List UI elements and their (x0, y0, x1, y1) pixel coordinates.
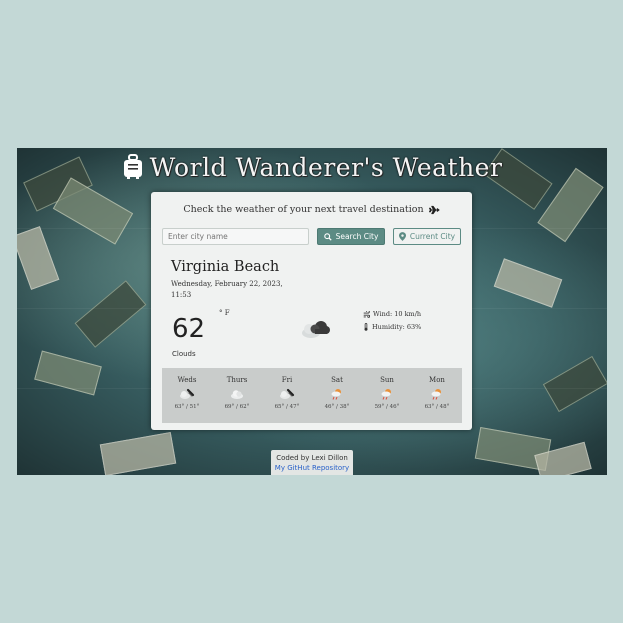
forecast-day: Sun 59° / 46° (362, 368, 412, 423)
github-repo-link[interactable]: My GitHut Repository (271, 462, 353, 472)
forecast-day: Mon 63° / 48° (412, 368, 462, 423)
background-banknote (17, 226, 60, 290)
app-header: World Wanderer's Weather (17, 151, 607, 183)
clouds-icon (302, 321, 330, 338)
sun-rain-icon (381, 389, 391, 400)
cloudy-windy-icon (180, 388, 195, 399)
current-city-label: Current City (409, 232, 456, 241)
app-title: World Wanderer's Weather (149, 152, 503, 182)
sun-rain-icon (331, 389, 341, 400)
cloudy-windy-icon (280, 388, 295, 399)
forecast-day-name: Fri (281, 376, 293, 384)
airplane-icon (428, 205, 440, 214)
humidity-detail: Humidity: 63% (363, 323, 421, 331)
wind-text: Wind: 10 km/h (373, 310, 422, 318)
search-icon (323, 232, 332, 241)
forecast-day-name: Weds (177, 376, 197, 384)
five-day-forecast: Weds 63° / 51° Thurs 69° / 62° Fri 65° /… (162, 368, 462, 423)
forecast-day: Weds 63° / 51° (162, 368, 212, 423)
forecast-day-name: Sat (331, 376, 343, 384)
weather-description: Clouds (172, 350, 196, 358)
background-banknote (74, 280, 147, 348)
temperature-unit: ° F (219, 309, 230, 317)
thermometer-icon (364, 323, 368, 331)
forecast-temps: 63° / 48° (424, 404, 450, 410)
location-pin-icon (398, 232, 406, 241)
wind-icon (363, 310, 370, 318)
search-city-button[interactable]: Search City (317, 228, 385, 245)
search-city-label: Search City (335, 232, 379, 241)
forecast-day-name: Mon (429, 376, 445, 384)
background-banknote (52, 177, 134, 245)
luggage-icon (123, 154, 142, 179)
current-date: Wednesday, February 22, 2023, 11:53 (171, 280, 283, 299)
forecast-temps: 46° / 38° (324, 404, 350, 410)
background-banknote (542, 355, 607, 413)
forecast-temps: 59° / 46° (374, 404, 400, 410)
wind-detail: Wind: 10 km/h (363, 310, 421, 318)
weather-card: Check the weather of your next travel de… (151, 192, 472, 430)
footer-credit: Coded by Lexi Dillon (276, 454, 348, 462)
sun-rain-icon (431, 389, 441, 400)
forecast-temps: 69° / 62° (224, 404, 250, 410)
forecast-day-name: Sun (380, 376, 394, 384)
background-banknote (493, 258, 563, 308)
forecast-day: Sat 46° / 38° (312, 368, 362, 423)
forecast-temps: 63° / 51° (174, 404, 200, 410)
forecast-day: Fri 65° / 47° (262, 368, 312, 423)
current-temperature: 62 (172, 314, 206, 344)
app-screen: World Wanderer's Weather Check the weath… (17, 148, 607, 475)
humidity-text: Humidity: 63% (372, 323, 422, 331)
clouds-icon (231, 390, 243, 399)
city-name: Virginia Beach (171, 259, 280, 275)
search-prompt: Check the weather of your next travel de… (151, 204, 472, 215)
forecast-temps: 65° / 47° (274, 404, 300, 410)
forecast-day-name: Thurs (226, 376, 248, 384)
footer: Coded by Lexi Dillon My GitHut Repositor… (271, 450, 353, 475)
background-banknote (99, 431, 177, 475)
city-search-input[interactable] (162, 228, 309, 245)
search-prompt-text: Check the weather of your next travel de… (183, 204, 424, 215)
forecast-day: Thurs 69° / 62° (212, 368, 262, 423)
current-city-button[interactable]: Current City (393, 228, 461, 245)
